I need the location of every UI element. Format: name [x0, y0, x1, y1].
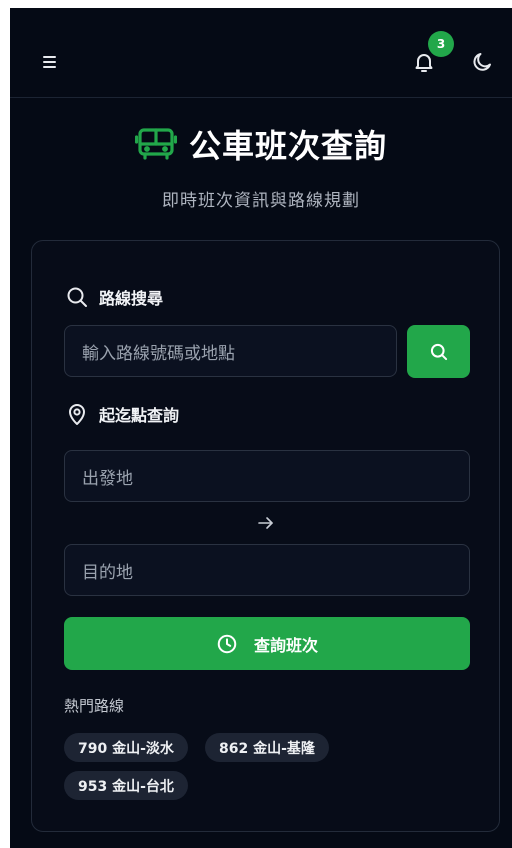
page-subtitle: 即時班次資訊與路線規劃 [162, 191, 360, 211]
map-pin-icon [69, 404, 85, 425]
popular-route-chip[interactable]: 862 金山-基隆 [205, 733, 329, 762]
title-row: 公車班次查詢 [10, 120, 512, 168]
trip-search-heading: 起迄點查詢 [65, 402, 179, 426]
search-icon [430, 343, 447, 360]
hero-header: 公車班次查詢 即時班次資訊與路線規劃 [10, 120, 512, 211]
destination-placeholder: 目的地 [82, 562, 133, 583]
clock-icon [217, 634, 237, 653]
route-search-input[interactable]: 輸入路線號碼或地點 [64, 325, 397, 377]
menu-icon-line [43, 61, 56, 63]
query-schedule-button[interactable]: 查詢班次 [64, 617, 470, 670]
app-screen: 3 公車班次查詢 即時班次資訊與路線規劃 路線搜尋 輸入路線號碼或地點 起迄點查… [10, 8, 512, 848]
route-search-button[interactable] [407, 325, 470, 378]
notification-badge: 3 [428, 31, 454, 57]
origin-input[interactable]: 出發地 [64, 450, 470, 502]
trip-search-label: 起迄點查詢 [99, 406, 180, 425]
page-title: 公車班次查詢 [188, 127, 387, 165]
theme-toggle-button[interactable] [470, 50, 494, 74]
moon-icon [473, 53, 491, 71]
bus-icon [134, 128, 177, 160]
menu-icon-line [43, 56, 56, 58]
popular-routes-label: 熱門路線 [64, 697, 125, 715]
top-bar: 3 [10, 8, 512, 98]
destination-input[interactable]: 目的地 [64, 544, 470, 596]
menu-button[interactable] [40, 53, 60, 71]
route-search-heading: 路線搜尋 [65, 285, 163, 309]
popular-route-chip[interactable]: 953 金山-台北 [64, 771, 188, 800]
origin-placeholder: 出發地 [82, 468, 133, 489]
route-search-label: 路線搜尋 [99, 289, 164, 308]
arrow-right-icon [258, 517, 273, 529]
search-card: 路線搜尋 輸入路線號碼或地點 起迄點查詢 出發地 目的地 查詢班次 熱門路線 7… [31, 240, 500, 832]
search-icon [67, 287, 87, 307]
popular-route-chip[interactable]: 790 金山-淡水 [64, 733, 188, 762]
menu-icon-line [43, 66, 56, 68]
query-schedule-label: 查詢班次 [253, 635, 318, 655]
route-search-placeholder: 輸入路線號碼或地點 [82, 343, 235, 364]
